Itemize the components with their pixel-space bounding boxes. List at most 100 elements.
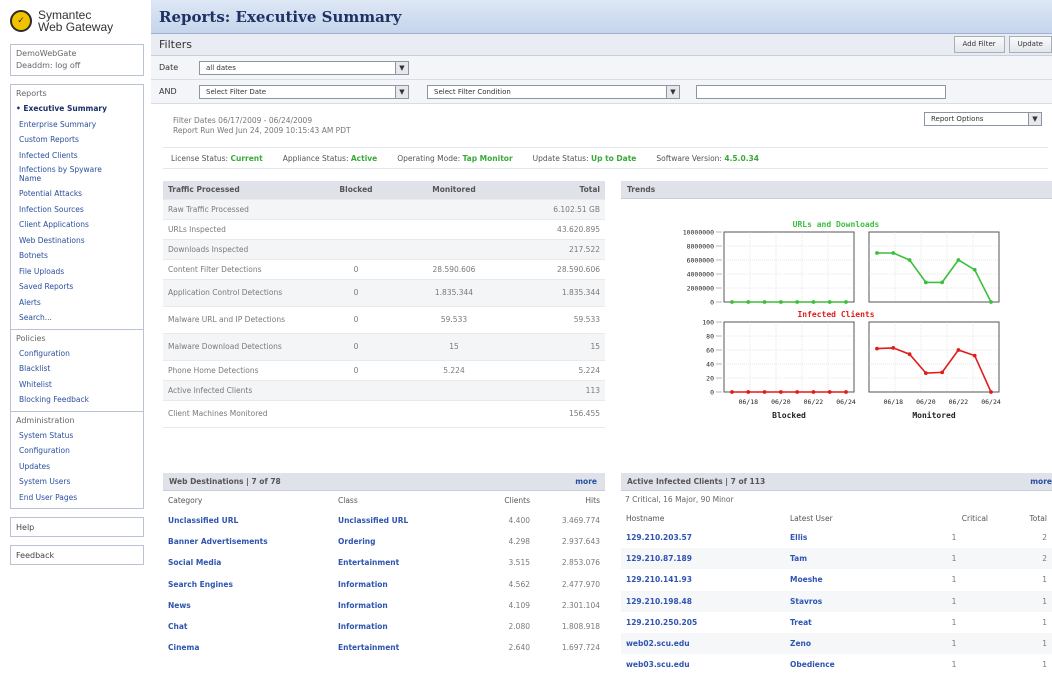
traffic-row: Malware URL and IP Detections 0 59.533 59.5… — [163, 306, 605, 334]
sidebar-item-enterprise-summary[interactable]: Enterprise Summary — [16, 117, 138, 133]
sidebar-item-blocking-feedback[interactable]: Blocking Feedback — [16, 392, 138, 408]
hostname-link[interactable]: 129.210.198.48 — [621, 591, 785, 612]
category-link[interactable]: Unclassified URL — [163, 510, 333, 531]
filter-date-select[interactable]: Select Filter Date ▼ — [199, 84, 409, 99]
sidebar-item-custom-reports[interactable]: Custom Reports — [16, 132, 138, 148]
traffic-row-monitored — [399, 400, 509, 428]
feedback-link[interactable]: Feedback — [10, 545, 144, 565]
sidebar-item-file-uploads[interactable]: File Uploads — [16, 264, 138, 280]
traffic-row: Client Machines Monitored 156.455 — [163, 400, 605, 428]
sidebar-item-client-applications[interactable]: Client Applications — [16, 217, 138, 233]
monitored-label: Monitored — [912, 410, 956, 420]
traffic-table: Traffic Processed Blocked Monitored Tota… — [163, 181, 605, 428]
latest-user-link[interactable]: Moeshe — [785, 569, 915, 590]
hostname-link[interactable]: 129.210.250.205 — [621, 612, 785, 633]
data-point — [844, 300, 848, 304]
latest-user-link[interactable]: Tam — [785, 548, 915, 569]
sidebar-item-potential-attacks[interactable]: Potential Attacks — [16, 186, 138, 202]
traffic-header-blocked: Blocked — [313, 181, 399, 200]
class-link[interactable]: Information — [333, 616, 453, 637]
report-options-select[interactable]: Report Options ▼ — [924, 112, 1042, 126]
sidebar-item-updates[interactable]: Updates — [16, 459, 138, 475]
col-class: Class — [338, 496, 358, 505]
sidebar-item-alerts[interactable]: Alerts — [16, 295, 138, 311]
sidebar-item-botnets[interactable]: Botnets — [16, 248, 138, 264]
sidebar-item-executive-summary[interactable]: • Executive Summary — [16, 101, 138, 117]
filter-dates: Filter Dates 06/17/2009 - 06/24/2009 — [173, 116, 313, 125]
traffic-row-total: 5.224 — [509, 360, 605, 381]
hostname-link[interactable]: web02.scu.edu — [621, 633, 785, 654]
class-link[interactable]: Ordering — [333, 531, 453, 552]
symantec-logo-icon: ✓ — [10, 10, 32, 32]
total-count: 2 — [1042, 533, 1047, 543]
sidebar-item-system-status[interactable]: System Status — [16, 428, 138, 444]
latest-user-link[interactable]: Stavros — [785, 591, 915, 612]
traffic-row-total: 43.620.895 — [509, 219, 605, 240]
traffic-row-monitored: 5.224 — [399, 360, 509, 381]
sidebar-item-web-destinations[interactable]: Web Destinations — [16, 233, 138, 249]
class-link[interactable]: Entertainment — [333, 552, 453, 573]
y-tick-label: 0 — [710, 299, 714, 307]
category-link[interactable]: Cinema — [163, 637, 333, 658]
y-tick-label: 40 — [706, 361, 714, 369]
sidebar-item-saved-reports[interactable]: Saved Reports — [16, 279, 138, 295]
logoff-link[interactable]: Deaddm: log off — [16, 60, 138, 72]
category-link[interactable]: Search Engines — [163, 574, 333, 595]
add-filter-button[interactable]: Add Filter — [953, 36, 1005, 53]
latest-user-link[interactable]: Zeno — [785, 633, 915, 654]
infected-client-row: 129.210.250.205 Treat 1 1 — [621, 612, 1052, 633]
traffic-row: Content Filter Detections 0 28.590.606 28.5… — [163, 259, 605, 280]
sidebar-item-policy-configuration[interactable]: Configuration — [16, 346, 138, 362]
hostname-link[interactable]: 129.210.203.57 — [621, 527, 785, 548]
sidebar-item-system-users[interactable]: System Users — [16, 474, 138, 490]
category-link[interactable]: Banner Advertisements — [163, 531, 333, 552]
traffic-row-monitored — [399, 199, 509, 220]
latest-user-link[interactable]: Obedience — [785, 654, 915, 675]
traffic-row: Downloads Inspected 217.522 — [163, 239, 605, 260]
y-tick-label: 20 — [706, 375, 714, 383]
category-link[interactable]: Social Media — [163, 552, 333, 573]
hostname-link[interactable]: 129.210.141.93 — [621, 569, 785, 590]
latest-user-link[interactable]: Ellis — [785, 527, 915, 548]
help-link[interactable]: Help — [10, 517, 144, 537]
class-link[interactable]: Information — [333, 574, 453, 595]
sidebar-item-infected-clients[interactable]: Infected Clients — [16, 148, 138, 164]
class-link[interactable]: Unclassified URL — [333, 510, 453, 531]
hits-count: 3.469.774 — [561, 516, 600, 526]
sidebar-item-whitelist[interactable]: Whitelist — [16, 377, 138, 393]
data-point — [972, 267, 977, 272]
sidebar-item-end-user-pages[interactable]: End User Pages — [16, 490, 138, 506]
col-hits: Hits — [585, 496, 600, 505]
date-select[interactable]: all dates ▼ — [199, 60, 409, 75]
sidebar-item-admin-configuration[interactable]: Configuration — [16, 443, 138, 459]
y-tick-label: 2000000 — [687, 285, 714, 293]
infected-header-row: Hostname Latest User Critical Total — [621, 509, 1052, 527]
sidebar-item-infection-sources[interactable]: Infection Sources — [16, 202, 138, 218]
web-destinations-more-link[interactable]: more — [575, 477, 597, 486]
sidebar-item-infections-by-spyware[interactable]: Infections by Spyware Name — [16, 163, 106, 186]
date-label: Date — [159, 63, 179, 72]
filter-condition-select[interactable]: Select Filter Condition ▼ — [427, 84, 680, 99]
sidebar-item-blacklist[interactable]: Blacklist — [16, 361, 138, 377]
traffic-row-label: Malware Download Detections — [163, 333, 313, 361]
class-link[interactable]: Information — [333, 595, 453, 616]
infected-client-row: 129.210.198.48 Stavros 1 1 — [621, 590, 1052, 612]
data-point — [827, 390, 832, 394]
category-link[interactable]: Chat — [163, 616, 333, 637]
sidebar-item-search[interactable]: Search... — [16, 310, 138, 326]
y-tick-label: 6000000 — [687, 257, 714, 265]
category-link[interactable]: News — [163, 595, 333, 616]
update-button[interactable]: Update — [1008, 36, 1052, 53]
hostname-link[interactable]: 129.210.87.189 — [621, 548, 785, 569]
infected-clients-more-link[interactable]: more — [1030, 477, 1052, 486]
infected-client-row: 129.210.87.189 Tam 1 2 — [621, 548, 1052, 570]
hostname-link[interactable]: web03.scu.edu — [621, 654, 785, 675]
traffic-row-label: Client Machines Monitored — [163, 400, 313, 428]
class-link[interactable]: Entertainment — [333, 637, 453, 658]
traffic-row-total: 28.590.606 — [509, 259, 605, 280]
latest-user-link[interactable]: Treat — [785, 612, 915, 633]
y-tick-label: 60 — [706, 347, 714, 355]
data-point — [746, 390, 751, 394]
filter-value-input[interactable] — [696, 84, 946, 99]
total-count: 1 — [1042, 617, 1047, 627]
